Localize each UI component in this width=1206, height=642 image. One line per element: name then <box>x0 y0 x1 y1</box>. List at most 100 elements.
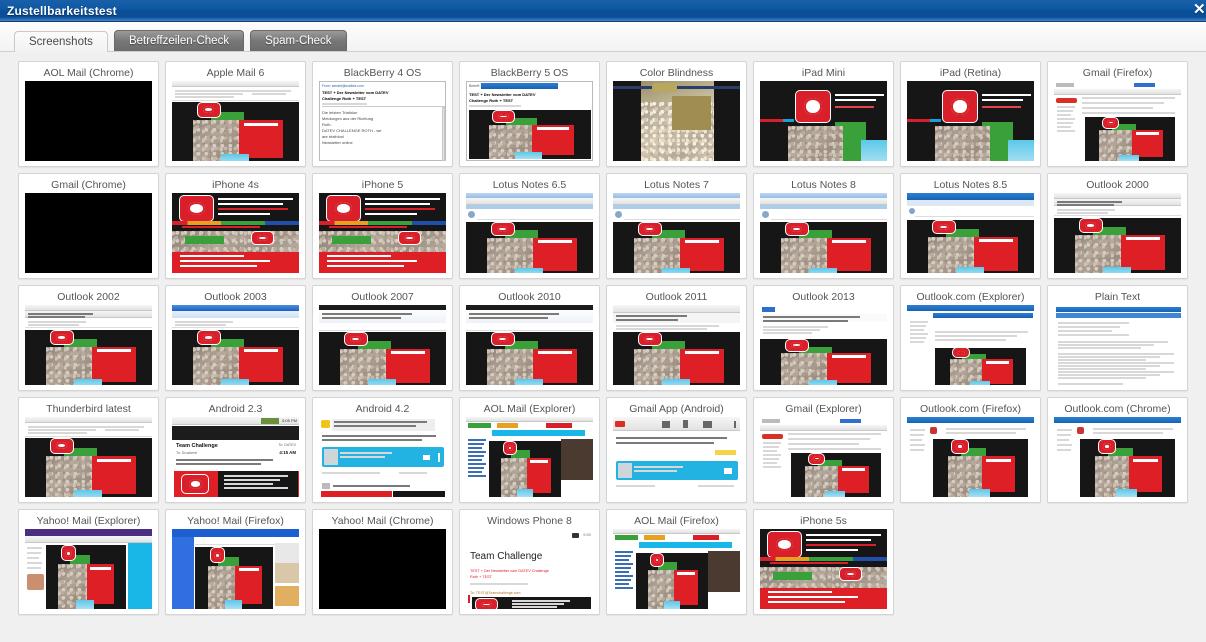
screenshot-thumbnail[interactable]: 5:05 PM Team Challenge To: DATEV To: Dru… <box>172 417 299 497</box>
screenshot-card[interactable]: BlackBerry 5 OS Betreff: TEST + Der News… <box>459 61 600 167</box>
screenshot-card[interactable]: Lotus Notes 7 <box>606 173 747 279</box>
screenshot-grid: AOL Mail (Chrome) Apple Mail 6 BlackBerry… <box>0 61 1206 615</box>
screenshot-card[interactable]: iPhone 5 <box>312 173 453 279</box>
screenshot-card-title: iPhone 4s <box>212 179 259 191</box>
screenshot-thumbnail[interactable] <box>319 417 446 497</box>
titlebar-glow <box>0 17 1206 21</box>
screenshot-thumbnail[interactable] <box>907 305 1034 385</box>
screenshot-thumbnail[interactable] <box>172 305 299 385</box>
screenshot-card[interactable]: iPad (Retina) <box>900 61 1041 167</box>
screenshot-card-title: Outlook.com (Explorer) <box>916 291 1025 303</box>
screenshot-thumbnail[interactable] <box>613 417 740 497</box>
screenshot-thumbnail[interactable] <box>1054 417 1181 497</box>
screenshot-thumbnail[interactable] <box>760 529 887 609</box>
screenshot-card[interactable]: Yahoo! Mail (Firefox) <box>165 509 306 615</box>
screenshot-card[interactable]: Lotus Notes 8.5 <box>900 173 1041 279</box>
screenshot-thumbnail[interactable] <box>25 81 152 161</box>
screenshot-thumbnail[interactable] <box>613 193 740 273</box>
screenshot-thumbnail[interactable] <box>25 529 152 609</box>
screenshot-thumbnail[interactable] <box>760 81 887 161</box>
screenshot-thumbnail[interactable] <box>319 193 446 273</box>
screenshot-card-title: AOL Mail (Explorer) <box>483 403 576 415</box>
screenshot-card-title: BlackBerry 4 OS <box>343 67 422 79</box>
screenshot-thumbnail[interactable]: Betreff: TEST + Der Newsletter vom DATEV… <box>466 81 593 161</box>
screenshot-card[interactable]: iPhone 4s <box>165 173 306 279</box>
screenshot-card-title: Lotus Notes 7 <box>644 179 709 191</box>
screenshot-card-title: BlackBerry 5 OS <box>490 67 569 79</box>
screenshot-thumbnail[interactable] <box>172 81 299 161</box>
screenshot-card[interactable]: Outlook.com (Firefox) <box>900 397 1041 503</box>
screenshot-thumbnail[interactable] <box>613 305 740 385</box>
screenshot-card[interactable]: Android 2.3 5:05 PM Team Challenge To: D… <box>165 397 306 503</box>
screenshot-card-title: Color Blindness <box>639 67 714 79</box>
screenshot-thumbnail[interactable] <box>613 529 740 609</box>
screenshot-card[interactable]: Outlook 2013 <box>753 285 894 391</box>
screenshot-thumbnail[interactable] <box>466 305 593 385</box>
screenshot-thumbnail[interactable] <box>1054 193 1181 273</box>
screenshot-card-title: iPad Mini <box>801 67 846 79</box>
screenshot-card[interactable]: Outlook 2003 <box>165 285 306 391</box>
screenshot-thumbnail[interactable] <box>172 529 299 609</box>
screenshot-thumbnail[interactable] <box>760 305 887 385</box>
screenshot-card-title: Yahoo! Mail (Firefox) <box>187 515 284 527</box>
screenshot-card[interactable]: AOL Mail (Firefox) <box>606 509 747 615</box>
screenshot-card-title: Lotus Notes 8.5 <box>933 179 1008 191</box>
screenshot-thumbnail[interactable] <box>319 529 446 609</box>
screenshot-thumbnail[interactable] <box>907 81 1034 161</box>
screenshot-card-title: Lotus Notes 6.5 <box>492 179 567 191</box>
screenshot-card-title: iPhone 5 <box>361 179 404 191</box>
grid-empty-cell <box>900 509 1041 615</box>
screenshot-card[interactable]: Lotus Notes 8 <box>753 173 894 279</box>
screenshot-card[interactable]: AOL Mail (Chrome) <box>18 61 159 167</box>
screenshot-card[interactable]: iPad Mini <box>753 61 894 167</box>
screenshot-card[interactable]: Outlook 2010 <box>459 285 600 391</box>
screenshot-card[interactable]: Yahoo! Mail (Explorer) <box>18 509 159 615</box>
screenshot-thumbnail[interactable] <box>25 417 152 497</box>
screenshot-card-title: Outlook.com (Firefox) <box>920 403 1021 415</box>
screenshot-card[interactable]: Plain Text <box>1047 285 1188 391</box>
screenshot-card[interactable]: Outlook.com (Explorer) <box>900 285 1041 391</box>
screenshot-card[interactable]: Gmail App (Android) <box>606 397 747 503</box>
screenshot-card[interactable]: Thunderbird latest <box>18 397 159 503</box>
screenshot-thumbnail[interactable] <box>1054 81 1181 161</box>
tab-betreffzeilen-check[interactable]: Betreffzeilen-Check <box>113 30 245 51</box>
screenshot-thumbnail[interactable] <box>1054 305 1181 385</box>
screenshot-card[interactable]: Outlook 2011 <box>606 285 747 391</box>
screenshots-panel: AOL Mail (Chrome) Apple Mail 6 BlackBerry… <box>0 52 1206 642</box>
screenshot-thumbnail[interactable] <box>25 305 152 385</box>
screenshot-thumbnail[interactable] <box>760 417 887 497</box>
screenshot-card[interactable]: Windows Phone 8 9:50 Team Challenge TEST… <box>459 509 600 615</box>
screenshot-card[interactable]: Outlook 2002 <box>18 285 159 391</box>
screenshot-thumbnail[interactable] <box>907 193 1034 273</box>
tab-spam-check[interactable]: Spam-Check <box>250 30 347 51</box>
screenshot-card[interactable]: Gmail (Explorer) <box>753 397 894 503</box>
screenshot-thumbnail[interactable] <box>25 193 152 273</box>
screenshot-card[interactable]: Apple Mail 6 <box>165 61 306 167</box>
screenshot-thumbnail[interactable] <box>613 81 740 161</box>
screenshot-thumbnail[interactable] <box>172 193 299 273</box>
screenshot-card[interactable]: iPhone 5s <box>753 509 894 615</box>
screenshot-card-title: Outlook 2002 <box>57 291 120 303</box>
screenshot-card[interactable]: BlackBerry 4 OS From: sendet@mailbot.com… <box>312 61 453 167</box>
screenshot-card[interactable]: Outlook 2000 <box>1047 173 1188 279</box>
screenshot-thumbnail[interactable] <box>466 417 593 497</box>
screenshot-thumbnail[interactable] <box>760 193 887 273</box>
screenshot-card[interactable]: Outlook.com (Chrome) <box>1047 397 1188 503</box>
screenshot-card-title: Outlook 2007 <box>351 291 414 303</box>
tab-screenshots[interactable]: Screenshots <box>14 31 108 52</box>
screenshot-card[interactable]: AOL Mail (Explorer) <box>459 397 600 503</box>
screenshot-thumbnail[interactable] <box>466 193 593 273</box>
screenshot-card[interactable]: Gmail (Chrome) <box>18 173 159 279</box>
screenshot-thumbnail[interactable]: 9:50 Team Challenge TEST + Der Newslette… <box>466 529 593 609</box>
screenshot-card-title: Outlook.com (Chrome) <box>1064 403 1171 415</box>
screenshot-card[interactable]: Yahoo! Mail (Chrome) <box>312 509 453 615</box>
tab-screenshots-label: Screenshots <box>29 36 93 48</box>
screenshot-card[interactable]: Android 4.2 <box>312 397 453 503</box>
screenshot-thumbnail[interactable] <box>907 417 1034 497</box>
screenshot-thumbnail[interactable] <box>319 305 446 385</box>
screenshot-card[interactable]: Color Blindness <box>606 61 747 167</box>
screenshot-card[interactable]: Gmail (Firefox) <box>1047 61 1188 167</box>
screenshot-card[interactable]: Lotus Notes 6.5 <box>459 173 600 279</box>
screenshot-card[interactable]: Outlook 2007 <box>312 285 453 391</box>
screenshot-thumbnail[interactable]: From: sendet@mailbot.com TEST + Der News… <box>319 81 446 161</box>
